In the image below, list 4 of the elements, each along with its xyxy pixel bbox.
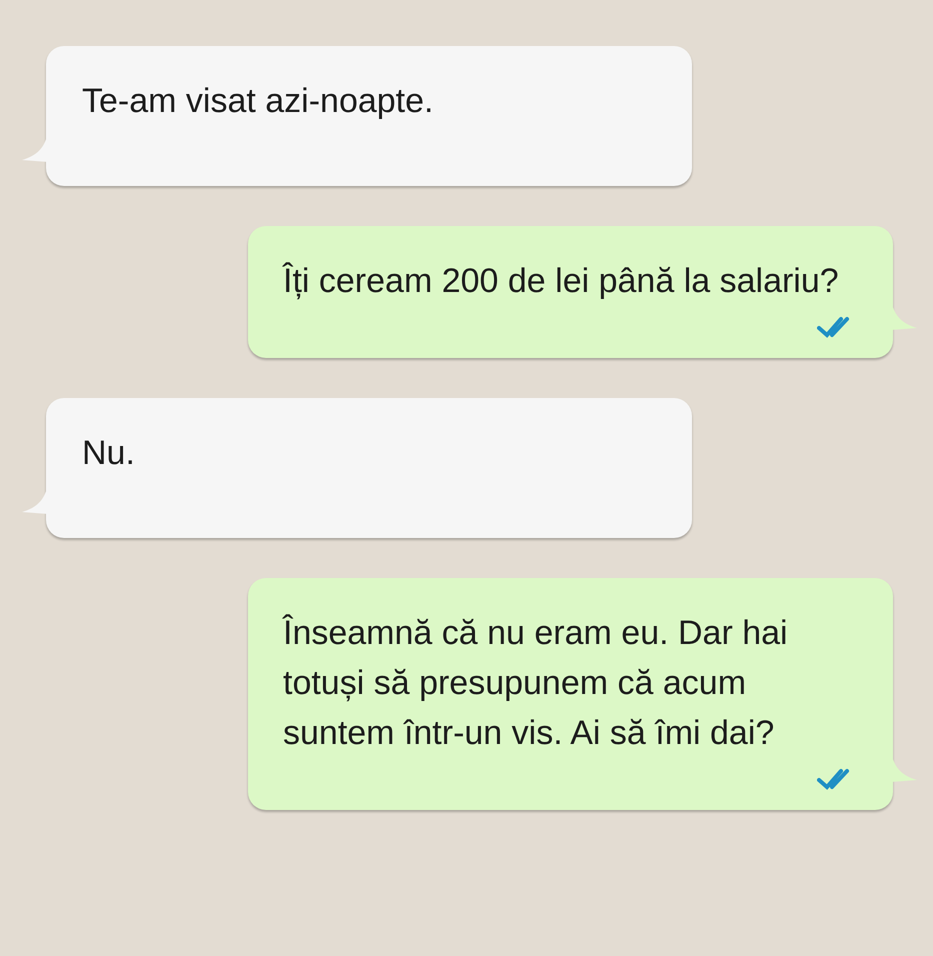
message-text: Nu. [82,433,136,474]
message-text: Îți ceream 200 de lei până la salariu? [283,261,840,302]
message-text: Te-am visat azi-noapte. [82,81,434,122]
message-text: Înseamnă că nu eram eu. Dar hai totuși să presupunem că acum suntem într-un vis. Ai să îmi dai? [283,613,789,754]
